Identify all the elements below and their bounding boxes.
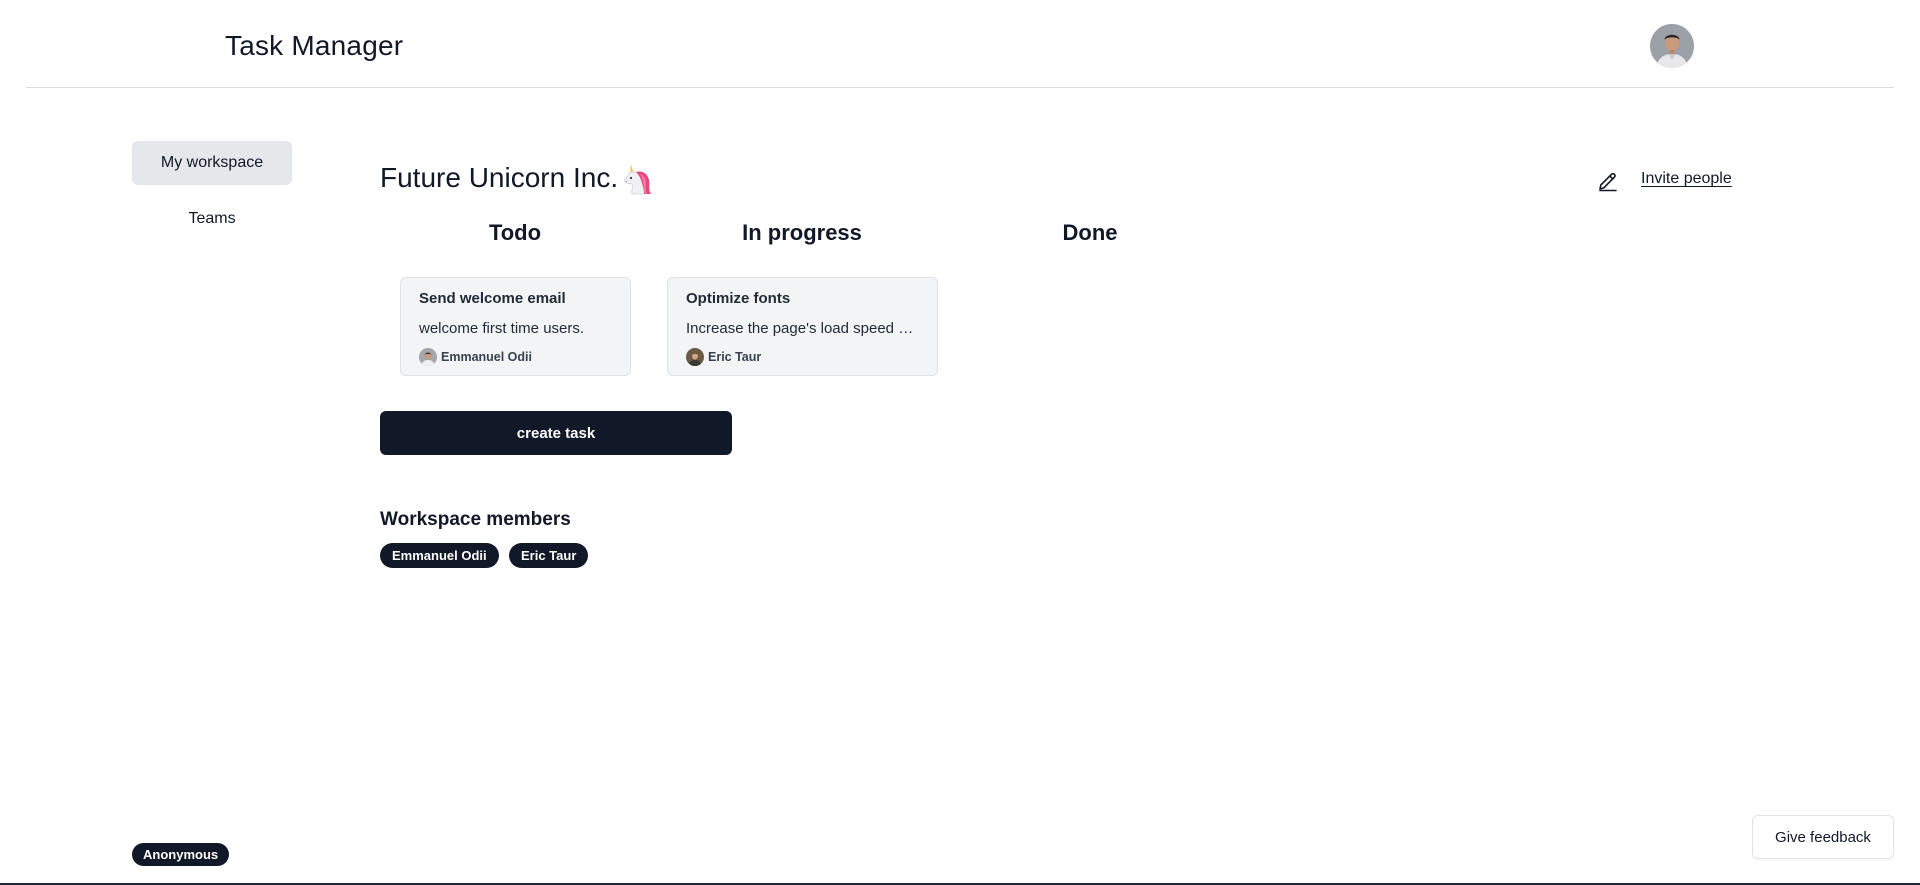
task-card-assignee: Eric Taur	[686, 348, 761, 366]
task-card[interactable]: Send welcome email welcome first time us…	[400, 277, 631, 376]
member-chip[interactable]: Eric Taur	[509, 543, 589, 568]
pencil-icon[interactable]	[1597, 170, 1619, 192]
create-task-button[interactable]: create task	[380, 411, 732, 455]
task-card-title: Optimize fonts	[686, 290, 791, 307]
page: Task Manager My workspace Teams Future U…	[0, 0, 1920, 885]
task-card-assignee: Emmanuel Odii	[419, 348, 532, 366]
invite-people-link[interactable]: Invite people	[1641, 170, 1732, 188]
member-chip[interactable]: Emmanuel Odii	[380, 543, 499, 568]
give-feedback-button[interactable]: Give feedback	[1752, 815, 1894, 859]
column-header-done: Done	[1062, 220, 1118, 245]
anonymous-user-badge: Anonymous	[132, 843, 230, 866]
task-card-description: Increase the page's load speed b...	[686, 320, 918, 337]
app-title: Task Manager	[225, 30, 404, 61]
column-header-in-progress: In progress	[742, 220, 862, 245]
top-header: Task Manager	[26, 0, 1894, 88]
user-avatar-icon[interactable]	[1650, 24, 1694, 68]
sidebar-item-teams[interactable]: Teams	[132, 197, 292, 241]
assignee-avatar-icon	[419, 348, 437, 366]
task-card[interactable]: Optimize fonts Increase the page's load …	[667, 277, 938, 376]
assignee-avatar-icon	[686, 348, 704, 366]
sidebar-item-my-workspace[interactable]: My workspace	[132, 141, 292, 185]
task-card-title: Send welcome email	[419, 290, 566, 307]
assignee-name: Emmanuel Odii	[441, 350, 532, 364]
column-header-todo: Todo	[488, 220, 542, 245]
task-card-description: welcome first time users.	[419, 320, 585, 337]
unicorn-icon	[622, 162, 654, 196]
assignee-name: Eric Taur	[708, 350, 762, 364]
workspace-title: Future Unicorn Inc.	[380, 162, 619, 193]
workspace-members-heading: Workspace members	[380, 509, 571, 530]
